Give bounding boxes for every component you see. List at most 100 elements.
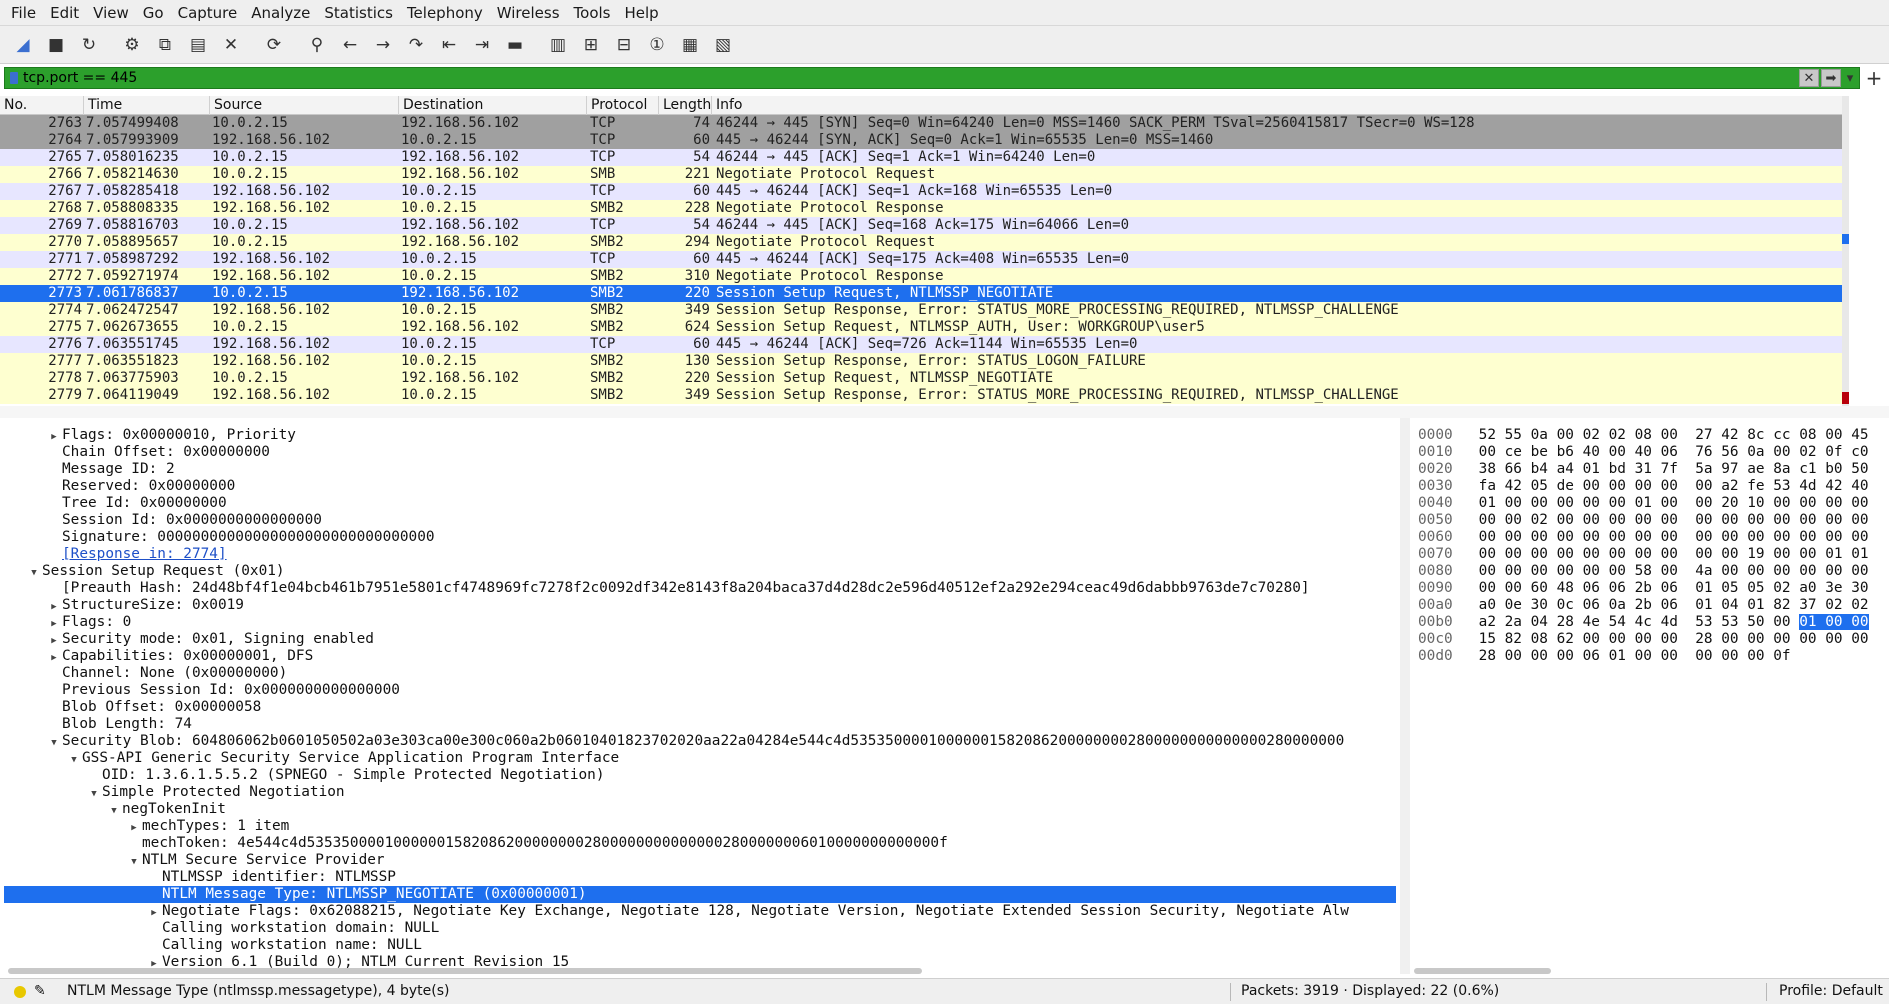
detail-tree-item[interactable]: Tree Id: 0x00000000 <box>4 495 1396 512</box>
detail-tree-item[interactable]: ▶ Security mode: 0x01, Signing enabled <box>4 631 1396 648</box>
detail-tree-item[interactable]: Blob Length: 74 <box>4 716 1396 733</box>
close-file-icon[interactable]: ✕ <box>216 30 246 60</box>
detail-tree-item[interactable]: Reserved: 0x00000000 <box>4 478 1396 495</box>
detail-tree-item[interactable]: Previous Session Id: 0x0000000000000000 <box>4 682 1396 699</box>
column-source[interactable]: Source <box>210 96 399 115</box>
hex-row[interactable]: 0050 00 00 02 00 00 00 00 00 00 00 00 00… <box>1418 512 1869 529</box>
detail-tree-item[interactable]: Session Id: 0x0000000000000000 <box>4 512 1396 529</box>
packet-row[interactable]: 2778 7.063775903 10.0.2.15 192.168.56.102 SM… <box>0 370 1842 387</box>
menu-telephony[interactable]: Telephony <box>400 0 490 26</box>
menu-statistics[interactable]: Statistics <box>317 0 400 26</box>
go-forward-arrow-icon[interactable]: → <box>368 30 398 60</box>
detail-tree-item[interactable]: ▼ Security Blob: 604806062b0601050502a03e… <box>4 733 1396 750</box>
menu-wireless[interactable]: Wireless <box>490 0 567 26</box>
hex-row[interactable]: 0080 00 00 00 00 00 00 58 00 4a 00 00 00… <box>1418 563 1869 580</box>
hex-row[interactable]: 0070 00 00 00 00 00 00 00 00 00 00 19 00… <box>1418 546 1869 563</box>
capture-options-gear-icon[interactable]: ⚙ <box>117 30 147 60</box>
detail-tree-item[interactable]: ▶ Capabilities: 0x00000001, DFS <box>4 648 1396 665</box>
packet-list-minimap[interactable] <box>1842 96 1849 406</box>
detail-tree-item[interactable]: [Preauth Hash: 24d48bf4f1e04bcb461b7951e… <box>4 580 1396 597</box>
detail-tree-item[interactable]: ▼ Session Setup Request (0x01) <box>4 563 1396 580</box>
packet-row[interactable]: 2770 7.058895657 10.0.2.15 192.168.56.102 SM… <box>0 234 1842 251</box>
hex-row[interactable]: 0090 00 00 60 48 06 06 2b 06 01 05 05 02… <box>1418 580 1869 597</box>
hex-row[interactable]: 0060 00 00 00 00 00 00 00 00 00 00 00 00… <box>1418 529 1869 546</box>
zoom-in-icon[interactable]: ⊞ <box>576 30 606 60</box>
detail-tree-item[interactable]: Message ID: 2 <box>4 461 1396 478</box>
find-packet-icon[interactable]: ⚲ <box>302 30 332 60</box>
apply-filter-arrow-icon[interactable]: ➡ <box>1821 69 1841 87</box>
detail-tree-item[interactable]: NTLMSSP identifier: NTLMSSP <box>4 869 1396 886</box>
detail-tree-item[interactable]: ▼ negTokenInit <box>4 801 1396 818</box>
hex-row[interactable]: 0020 38 66 b4 a4 01 bd 31 7f 5a 97 ae 8a… <box>1418 461 1869 478</box>
hex-row[interactable]: 0040 01 00 00 00 00 00 01 00 00 20 10 00… <box>1418 495 1869 512</box>
details-horizontal-scrollbar[interactable] <box>8 968 922 974</box>
packet-row[interactable]: 2776 7.063551745 192.168.56.102 10.0.2.15 TC… <box>0 336 1842 353</box>
filter-bookmark-icon[interactable] <box>5 68 23 88</box>
packet-row[interactable]: 2766 7.058214630 10.0.2.15 192.168.56.102 SM… <box>0 166 1842 183</box>
go-first-packet-icon[interactable]: ⇤ <box>434 30 464 60</box>
detail-tree-item[interactable]: ▶ mechTypes: 1 item <box>4 818 1396 835</box>
detail-tree-item[interactable]: ▶ StructureSize: 0x0019 <box>4 597 1396 614</box>
packet-row[interactable]: 2779 7.064119049 192.168.56.102 10.0.2.15 SM… <box>0 387 1842 404</box>
packet-row[interactable]: 2768 7.058808335 192.168.56.102 10.0.2.15 SM… <box>0 200 1842 217</box>
column-time[interactable]: Time <box>84 96 210 115</box>
detail-tree-item[interactable]: Blob Offset: 0x00000058 <box>4 699 1396 716</box>
column-no[interactable]: No. <box>0 96 84 115</box>
detail-tree-item[interactable]: ▶ Flags: 0x00000010, Priority <box>4 427 1396 444</box>
menu-file[interactable]: File <box>4 0 43 26</box>
packet-row[interactable]: 2763 7.057499408 10.0.2.15 192.168.56.102 TC… <box>0 115 1842 132</box>
display-filter-input[interactable] <box>23 68 1799 88</box>
normal-size-icon[interactable]: ① <box>642 30 672 60</box>
detail-tree-item[interactable]: ▼ Simple Protected Negotiation <box>4 784 1396 801</box>
save-file-icon[interactable]: ▤ <box>183 30 213 60</box>
edit-comment-icon[interactable]: ✎ <box>34 983 46 999</box>
detail-tree-item[interactable]: [Response in: 2774] <box>4 546 1396 563</box>
packet-row[interactable]: 2767 7.058285418 192.168.56.102 10.0.2.15 TC… <box>0 183 1842 200</box>
hex-row[interactable]: 0030 fa 42 05 de 00 00 00 00 00 a2 fe 53… <box>1418 478 1869 495</box>
detail-tree-item[interactable]: OID: 1.3.6.1.5.5.2 (SPNEGO - Simple Prot… <box>4 767 1396 784</box>
go-back-arrow-icon[interactable]: ← <box>335 30 365 60</box>
menu-view[interactable]: View <box>86 0 136 26</box>
detail-tree-item[interactable]: ▼ GSS-API Generic Security Service Applic… <box>4 750 1396 767</box>
column-info[interactable]: Info <box>712 96 1842 115</box>
menu-analyze[interactable]: Analyze <box>244 0 317 26</box>
detail-tree-item[interactable]: ▶ Flags: 0 <box>4 614 1396 631</box>
menu-tools[interactable]: Tools <box>567 0 618 26</box>
detail-tree-item[interactable]: NTLM Message Type: NTLMSSP_NEGOTIATE (0x… <box>4 886 1396 903</box>
reload-file-icon[interactable]: ⟳ <box>259 30 289 60</box>
packet-row[interactable]: 2775 7.062673655 10.0.2.15 192.168.56.102 SM… <box>0 319 1842 336</box>
clear-filter-icon[interactable]: ✕ <box>1799 69 1819 87</box>
status-profile[interactable]: Profile: Default <box>1779 983 1883 999</box>
filter-history-dropdown-icon[interactable]: ▾ <box>1843 69 1857 87</box>
menu-help[interactable]: Help <box>617 0 665 26</box>
open-file-icon[interactable]: ⧉ <box>150 30 180 60</box>
packet-row[interactable]: 2777 7.063551823 192.168.56.102 10.0.2.15 SM… <box>0 353 1842 370</box>
hex-row[interactable]: 00b0 a2 2a 04 28 4e 54 4c 4d 53 53 50 00… <box>1418 614 1869 631</box>
detail-tree-item[interactable]: ▼ NTLM Secure Service Provider <box>4 852 1396 869</box>
pane-splitter[interactable] <box>0 406 1889 418</box>
packet-row[interactable]: 2774 7.062472547 192.168.56.102 10.0.2.15 SM… <box>0 302 1842 319</box>
resize-layout-icon[interactable]: ▧ <box>708 30 738 60</box>
go-last-packet-icon[interactable]: ⇥ <box>467 30 497 60</box>
packet-row[interactable]: 2764 7.057993909 192.168.56.102 10.0.2.15 TC… <box>0 132 1842 149</box>
packet-row[interactable]: 2772 7.059271974 192.168.56.102 10.0.2.15 SM… <box>0 268 1842 285</box>
hex-row[interactable]: 0010 00 ce be b6 40 00 40 06 76 56 0a 00… <box>1418 444 1869 461</box>
detail-tree-item[interactable]: Calling workstation name: NULL <box>4 937 1396 954</box>
column-destination[interactable]: Destination <box>399 96 587 115</box>
hex-row[interactable]: 00a0 a0 0e 30 0c 06 0a 2b 06 01 04 01 82… <box>1418 597 1869 614</box>
menu-capture[interactable]: Capture <box>171 0 245 26</box>
add-filter-button-icon[interactable]: + <box>1862 66 1886 90</box>
packet-row[interactable]: 2769 7.058816703 10.0.2.15 192.168.56.102 TC… <box>0 217 1842 234</box>
response-link[interactable]: [Response in: 2774] <box>62 546 227 562</box>
shark-fin-start-icon[interactable]: ◢ <box>8 30 38 60</box>
hex-row[interactable]: 0000 52 55 0a 00 02 02 08 00 27 42 8c cc… <box>1418 427 1869 444</box>
expert-info-icon[interactable] <box>14 986 26 998</box>
stop-square-icon[interactable]: ■ <box>41 30 71 60</box>
detail-tree-item[interactable]: ▶ Negotiate Flags: 0x62088215, Negotiate … <box>4 903 1396 920</box>
details-bytes-splitter[interactable] <box>1400 418 1410 974</box>
hex-row[interactable]: 00c0 15 82 08 62 00 00 00 00 28 00 00 00… <box>1418 631 1869 648</box>
resize-columns-icon[interactable]: ▦ <box>675 30 705 60</box>
detail-tree-item[interactable]: Signature: 00000000000000000000000000000… <box>4 529 1396 546</box>
hex-row[interactable]: 00d0 28 00 00 00 06 01 00 00 00 00 00 0f <box>1418 648 1791 665</box>
column-length[interactable]: Length <box>659 96 712 115</box>
